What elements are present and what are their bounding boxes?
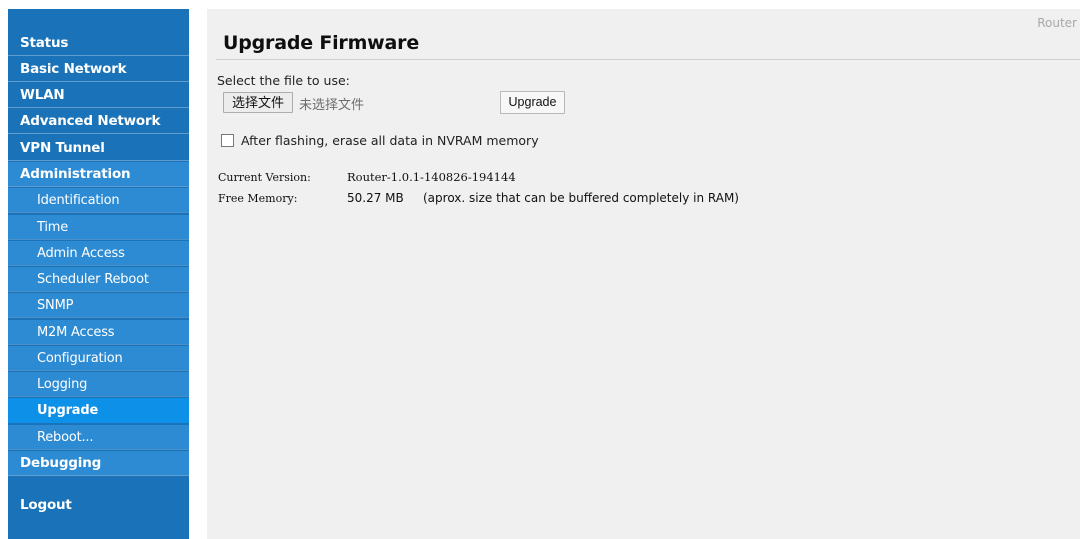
current-version-value: Router-1.0.1-140826-194144 — [347, 170, 516, 184]
choose-file-button[interactable]: 选择文件 — [223, 92, 293, 113]
free-memory-label: Free Memory: — [218, 192, 298, 205]
erase-nvram-label[interactable]: After flashing, erase all data in NVRAM … — [241, 133, 539, 148]
sidebar-item-advanced-network[interactable]: Advanced Network — [8, 109, 189, 134]
sidebar-item-configuration[interactable]: Configuration — [8, 346, 189, 371]
sidebar-item-debugging[interactable]: Debugging — [8, 451, 189, 476]
sidebar-item-m2m-access[interactable]: M2M Access — [8, 320, 189, 345]
title-divider — [216, 59, 1080, 60]
sidebar-item-wlan[interactable]: WLAN — [8, 83, 189, 108]
main-content: Router Upgrade Firmware Select the file … — [207, 9, 1080, 539]
sidebar-item-admin-access[interactable]: Admin Access — [8, 241, 189, 266]
free-memory-note: (aprox. size that can be buffered comple… — [423, 191, 739, 205]
sidebar-item-basic-network[interactable]: Basic Network — [8, 57, 189, 82]
upgrade-button[interactable]: Upgrade — [500, 91, 565, 114]
sidebar-item-reboot[interactable]: Reboot... — [8, 425, 189, 450]
sidebar-item-snmp[interactable]: SNMP — [8, 293, 189, 318]
sidebar-item-administration[interactable]: Administration — [8, 162, 189, 187]
sidebar-item-upgrade[interactable]: Upgrade — [8, 398, 189, 423]
sidebar-item-logout[interactable]: Logout — [8, 493, 189, 518]
sidebar-item-logging[interactable]: Logging — [8, 372, 189, 397]
page-title: Upgrade Firmware — [223, 32, 420, 54]
brand-label: Router — [1037, 16, 1077, 30]
sidebar-item-status[interactable]: Status — [8, 31, 189, 56]
free-memory-value: 50.27 MB — [347, 191, 404, 205]
current-version-label: Current Version: — [218, 171, 311, 184]
sidebar-item-identification[interactable]: Identification — [8, 188, 189, 213]
erase-nvram-checkbox[interactable] — [221, 134, 234, 147]
file-select-label: Select the file to use: — [217, 73, 350, 88]
sidebar-item-scheduler-reboot[interactable]: Scheduler Reboot — [8, 267, 189, 292]
sidebar-item-time[interactable]: Time — [8, 215, 189, 240]
sidebar: Status Basic Network WLAN Advanced Netwo… — [8, 9, 189, 539]
sidebar-item-vpn-tunnel[interactable]: VPN Tunnel — [8, 136, 189, 161]
file-status-text: 未选择文件 — [299, 98, 365, 113]
